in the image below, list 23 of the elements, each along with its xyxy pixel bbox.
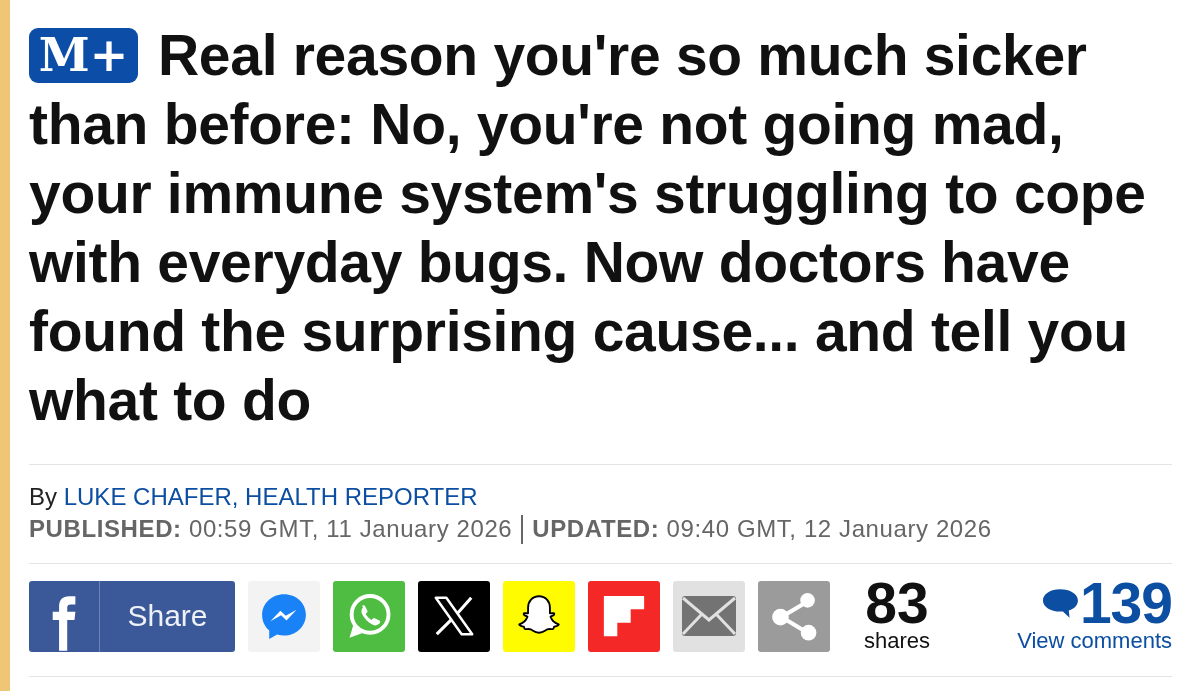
- shares-label: shares: [864, 628, 931, 654]
- headline: M+ Real reason you're so much sicker than before: No, you're not going mad, your immune system's struggling to cope with everyday bugs. Now doctors have found the surprising cause... and tell you what to do: [29, 22, 1147, 434]
- snapchat-share-button[interactable]: [503, 580, 575, 652]
- whatsapp-share-button[interactable]: [333, 580, 405, 652]
- mail-icon: [680, 594, 738, 638]
- published-date: PUBLISHED: 00:59 GMT, 11 January 2026: [29, 514, 513, 544]
- comment-icon: [1041, 587, 1080, 619]
- updated-date: UPDATED: 09:40 GMT, 12 January 2026: [532, 514, 992, 544]
- email-share-button[interactable]: [673, 580, 745, 652]
- comment-count[interactable]: 139: [1079, 578, 1172, 628]
- share-icon: [769, 591, 819, 641]
- messenger-share-button[interactable]: [248, 580, 320, 652]
- flipboard-icon: [601, 593, 647, 639]
- view-comments-link[interactable]: View comments: [1017, 628, 1172, 654]
- more-share-button[interactable]: [758, 580, 830, 652]
- messenger-icon: [259, 591, 309, 641]
- byline: By LUKE CHAFER, HEALTH REPORTER: [29, 482, 478, 512]
- facebook-share-button[interactable]: Share: [29, 580, 235, 652]
- share-count: 83: [865, 578, 929, 628]
- author-link[interactable]: LUKE CHAFER, HEALTH REPORTER: [63, 483, 478, 510]
- flipboard-share-button[interactable]: [588, 580, 660, 652]
- x-share-button[interactable]: [418, 580, 490, 652]
- premium-badge: M+: [29, 28, 138, 83]
